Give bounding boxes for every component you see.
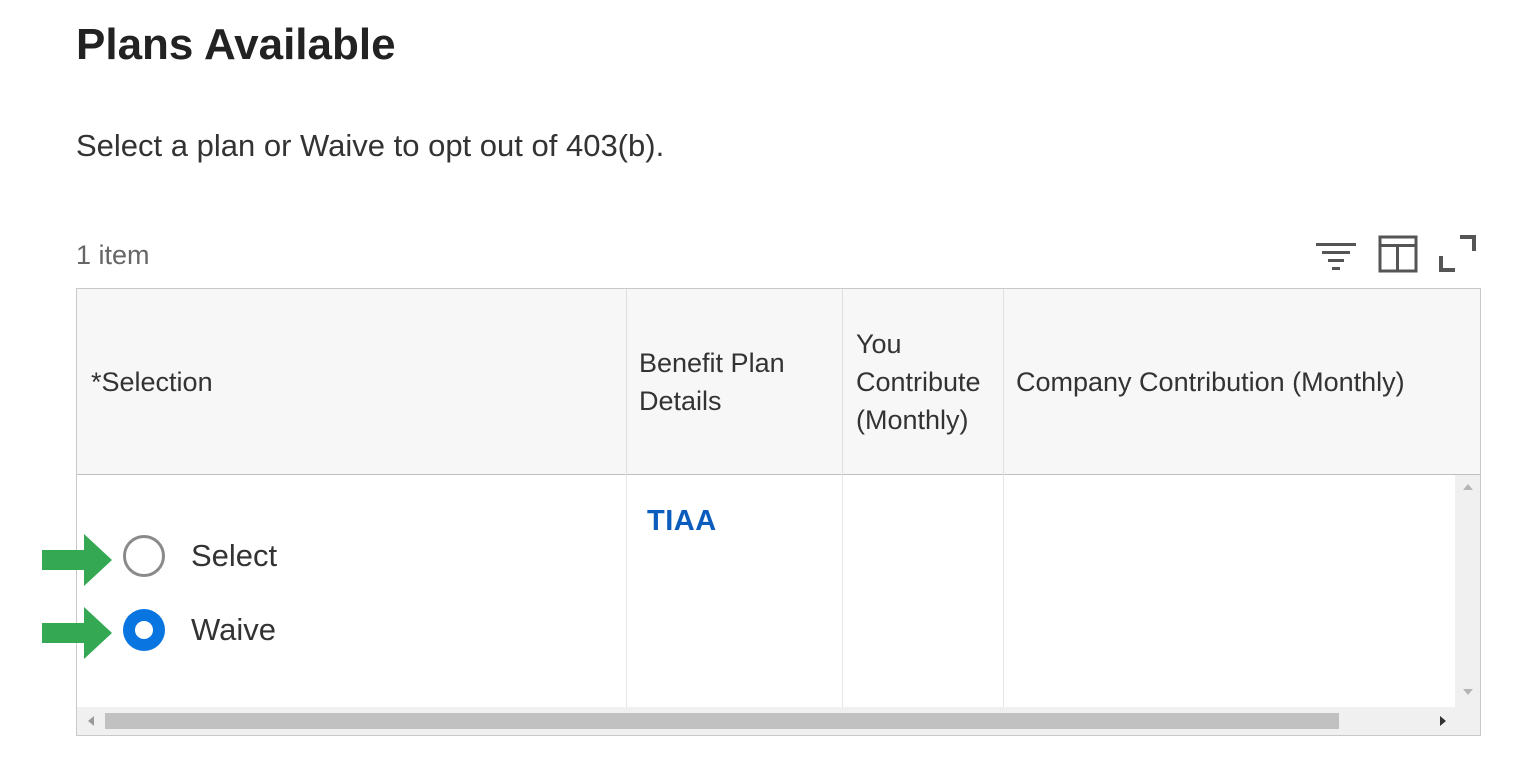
select-radio[interactable] <box>123 535 165 577</box>
column-header-label: *Selection <box>91 367 213 397</box>
column-layout-icon[interactable] <box>1378 234 1418 274</box>
benefit-plan-cell: TIAA <box>627 475 843 707</box>
scroll-right-icon[interactable] <box>1433 707 1453 735</box>
plans-table: *Selection Benefit Plan Details You Cont… <box>76 288 1481 736</box>
page-title: Plans Available <box>76 20 396 69</box>
radio-option-waive[interactable]: Waive <box>123 609 276 651</box>
radio-label-select: Select <box>191 538 278 573</box>
filter-icon[interactable] <box>1316 234 1356 274</box>
plan-link-tiaa[interactable]: TIAA <box>647 505 717 538</box>
column-header-label: You Contribute (Monthly) <box>856 329 981 435</box>
waive-radio[interactable] <box>123 609 165 651</box>
you-contribute-cell <box>843 475 1004 707</box>
column-header-selection[interactable]: *Selection <box>77 289 627 475</box>
radio-option-select[interactable]: Select <box>123 535 277 577</box>
vertical-scrollbar[interactable] <box>1455 475 1480 707</box>
column-header-label: Company Contribution (Monthly) <box>1016 367 1405 397</box>
scroll-left-icon[interactable] <box>81 707 101 735</box>
item-count: 1 item <box>76 240 150 270</box>
column-header-label: Benefit Plan Details <box>639 348 785 416</box>
table-header-row: *Selection Benefit Plan Details You Cont… <box>77 289 1480 475</box>
radio-label-waive: Waive <box>191 612 276 647</box>
horizontal-scrollbar[interactable] <box>77 707 1455 735</box>
scrollbar-corner <box>1455 707 1480 735</box>
column-header-company-contribution[interactable]: Company Contribution (Monthly) <box>1004 289 1480 475</box>
selection-cell: Select Waive <box>77 475 627 707</box>
arrow-right-icon <box>42 534 112 586</box>
company-contribution-cell <box>1004 475 1455 707</box>
plans-available-page: Plans Available Select a plan or Waive t… <box>0 0 1513 766</box>
instruction-text: Select a plan or Waive to opt out of 403… <box>76 128 665 163</box>
horizontal-scroll-thumb[interactable] <box>105 713 1339 729</box>
column-header-you-contribute[interactable]: You Contribute (Monthly) <box>843 289 1004 475</box>
column-header-benefit-plan-details[interactable]: Benefit Plan Details <box>627 289 843 475</box>
scroll-arrows-icon <box>1463 484 1473 695</box>
table-row: Select Waive TIAA <box>77 475 1455 707</box>
arrow-right-icon <box>42 607 112 659</box>
expand-icon[interactable] <box>1438 234 1478 274</box>
